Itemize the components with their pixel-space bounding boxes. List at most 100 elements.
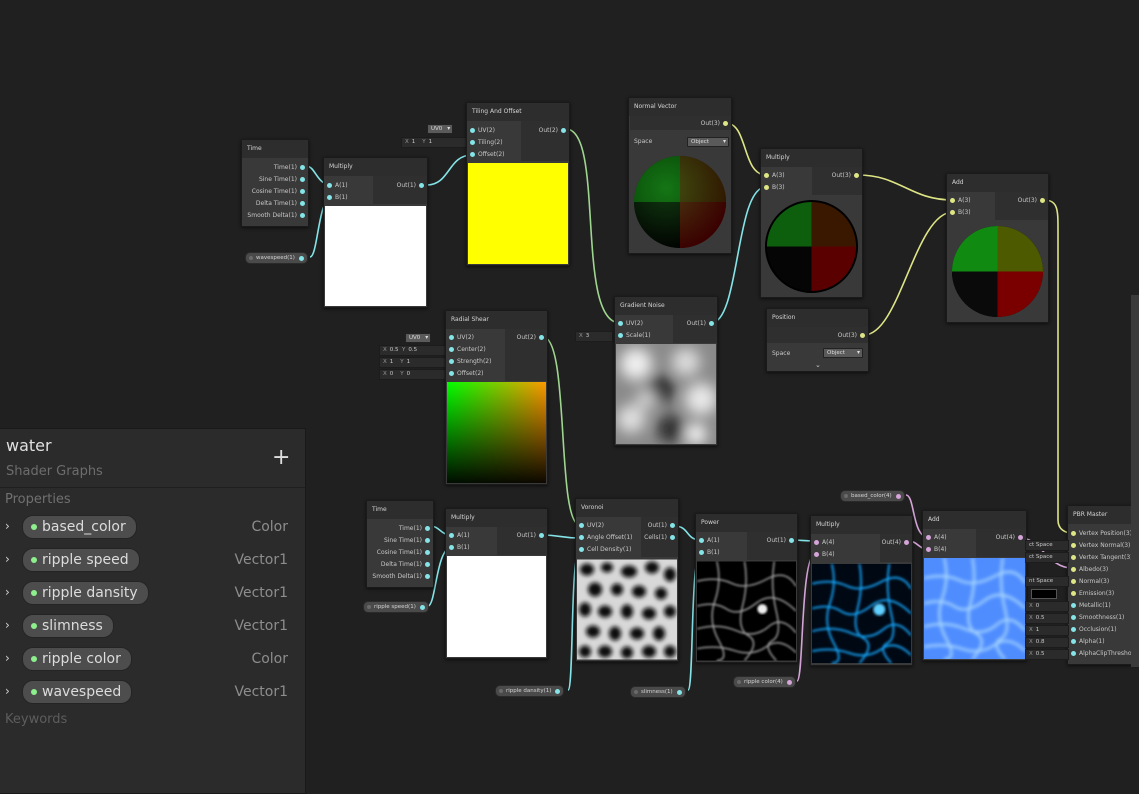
in-port[interactable]: Albedo(3) xyxy=(1068,564,1108,576)
property-row[interactable]: › based_color Color xyxy=(0,512,305,542)
out-port[interactable]: Out(3) xyxy=(832,170,862,182)
in-port[interactable]: B(4) xyxy=(923,544,947,556)
port-dot[interactable] xyxy=(1018,535,1023,540)
in-port[interactable]: Vertex Tangent(3) xyxy=(1068,552,1133,564)
in-port[interactable]: B(3) xyxy=(761,182,785,194)
port-dot[interactable] xyxy=(300,165,305,170)
add-node[interactable]: Add A(4) B(4) Out(4) xyxy=(922,510,1027,661)
port-dot[interactable] xyxy=(555,688,561,694)
occlusion-input[interactable]: X1 xyxy=(1025,625,1069,636)
port-dot[interactable] xyxy=(904,540,909,545)
port-dot[interactable] xyxy=(419,183,424,188)
port-dot[interactable] xyxy=(425,562,430,567)
in-port[interactable]: UV(2) xyxy=(446,332,474,344)
in-port[interactable]: Normal(3) xyxy=(1068,576,1109,588)
port-dot[interactable] xyxy=(1071,651,1076,656)
slimness-property-pill[interactable]: slimness(1) xyxy=(630,686,686,698)
out-port[interactable]: Out(2) xyxy=(539,125,569,137)
port-dot[interactable] xyxy=(1040,198,1045,203)
out-port[interactable]: Out(3) xyxy=(701,118,731,130)
in-port[interactable]: UV(2) xyxy=(615,318,643,330)
smoothness-input[interactable]: X 0.5 xyxy=(1025,613,1069,624)
add-property-icon[interactable]: + xyxy=(272,447,290,469)
property-row[interactable]: › ripple speed Vector1 xyxy=(0,545,305,575)
expand-arrow-icon[interactable]: › xyxy=(5,618,10,632)
in-port[interactable]: Offset(2) xyxy=(446,368,484,380)
out-port[interactable]: Delta Time(1) xyxy=(381,559,433,571)
property-chip[interactable]: ripple speed xyxy=(22,548,140,572)
port-dot[interactable] xyxy=(789,538,794,543)
property-row[interactable]: › ripple dansity Vector1 xyxy=(0,578,305,608)
add-node[interactable]: Add A(3) B(3) Out(3) xyxy=(946,173,1049,323)
in-port[interactable]: B(1) xyxy=(324,192,348,204)
port-dot[interactable] xyxy=(926,535,931,540)
in-port[interactable]: AlphaClipThreshold xyxy=(1068,648,1137,660)
in-port[interactable]: Cell Density(1) xyxy=(576,544,631,556)
alpha-input[interactable]: X 0.8 xyxy=(1025,637,1069,648)
port-dot[interactable] xyxy=(1071,543,1076,548)
port-dot[interactable] xyxy=(676,689,682,695)
out-port[interactable]: Out(1) xyxy=(687,318,717,330)
port-dot[interactable] xyxy=(449,545,454,550)
in-port[interactable]: A(1) xyxy=(446,530,470,542)
port-dot[interactable] xyxy=(449,359,454,364)
in-port[interactable]: B(3) xyxy=(947,207,971,219)
alpha-clip-input[interactable]: X 0.5 xyxy=(1025,649,1069,660)
port-dot[interactable] xyxy=(1071,603,1076,608)
multiply-node[interactable]: Multiply A(3) B(3) Out(3) xyxy=(760,148,863,298)
expand-arrow-icon[interactable]: › xyxy=(5,552,10,566)
port-dot[interactable] xyxy=(327,183,332,188)
in-port[interactable]: Center(2) xyxy=(446,344,486,356)
pbr-master-node[interactable]: PBR Master Vertex Position(3) Vertex Nor… xyxy=(1067,505,1139,665)
port-dot[interactable] xyxy=(425,526,430,531)
based-color-property-pill[interactable]: based_color(4) xyxy=(840,490,905,502)
out-port[interactable]: Out(1) xyxy=(767,535,797,547)
in-port[interactable]: Offset(2) xyxy=(467,149,505,161)
port-dot[interactable] xyxy=(1071,615,1076,620)
port-dot[interactable] xyxy=(618,333,623,338)
port-dot[interactable] xyxy=(709,321,714,326)
gradient-noise-node[interactable]: Gradient Noise UV(2) Scale(1) Out(1) xyxy=(614,296,718,446)
port-dot[interactable] xyxy=(926,547,931,552)
in-port[interactable]: A(4) xyxy=(923,532,947,544)
port-dot[interactable] xyxy=(895,493,901,499)
in-port[interactable]: A(1) xyxy=(324,180,348,192)
property-row[interactable]: › wavespeed Vector1 xyxy=(0,677,305,707)
in-port[interactable]: Alpha(1) xyxy=(1068,636,1105,648)
out-port[interactable]: Smooth Delta(1) xyxy=(372,571,433,583)
property-chip[interactable]: wavespeed xyxy=(22,680,133,704)
in-port[interactable]: Emission(3) xyxy=(1068,588,1114,600)
port-dot[interactable] xyxy=(854,173,859,178)
strength-input[interactable]: X1 Y1 xyxy=(379,357,447,368)
port-dot[interactable] xyxy=(618,321,623,326)
in-port[interactable]: Metallic(1) xyxy=(1068,600,1111,612)
port-dot[interactable] xyxy=(950,198,955,203)
normal-vector-node[interactable]: Normal Vector Out(3) Space Object xyxy=(628,97,732,254)
property-row[interactable]: › slimness Vector1 xyxy=(0,611,305,641)
voronoi-node[interactable]: Voronoi UV(2) Angle Offset(1) Cell Densi… xyxy=(575,498,679,662)
expand-arrow-icon[interactable]: › xyxy=(5,585,10,599)
multiply-node[interactable]: Multiply A(1) B(1) Out(1) xyxy=(323,157,428,308)
port-dot[interactable] xyxy=(1071,579,1076,584)
tiling-and-offset-node[interactable]: Tiling And Offset UV(2) Tiling(2) Offset… xyxy=(466,102,570,266)
metallic-input[interactable]: X0 xyxy=(1025,601,1069,612)
out-port[interactable]: Cosine Time(1) xyxy=(377,547,433,559)
port-dot[interactable] xyxy=(300,189,305,194)
uv-channel-dropdown[interactable]: UV0 xyxy=(405,333,432,343)
port-dot[interactable] xyxy=(579,523,584,528)
in-port[interactable]: Vertex Position(3) xyxy=(1068,528,1132,540)
vertex-normal-space-field[interactable]: ct Space xyxy=(1025,552,1069,563)
port-dot[interactable] xyxy=(1071,567,1076,572)
property-chip[interactable]: based_color xyxy=(22,515,137,539)
time-node[interactable]: Time Time(1) Sine Time(1) Cosine Time(1)… xyxy=(366,500,434,588)
in-port[interactable]: B(4) xyxy=(811,549,835,561)
in-port[interactable]: Vertex Normal(3) xyxy=(1068,540,1130,552)
port-dot[interactable] xyxy=(300,213,305,218)
property-chip[interactable]: ripple color xyxy=(22,647,132,671)
canvas-scrollbar[interactable] xyxy=(1131,295,1139,667)
port-dot[interactable] xyxy=(449,347,454,352)
power-node[interactable]: Power A(1) B(1) Out(1) xyxy=(695,513,798,663)
port-dot[interactable] xyxy=(579,547,584,552)
port-dot[interactable] xyxy=(425,538,430,543)
out-port[interactable]: Out(1) xyxy=(397,180,427,192)
